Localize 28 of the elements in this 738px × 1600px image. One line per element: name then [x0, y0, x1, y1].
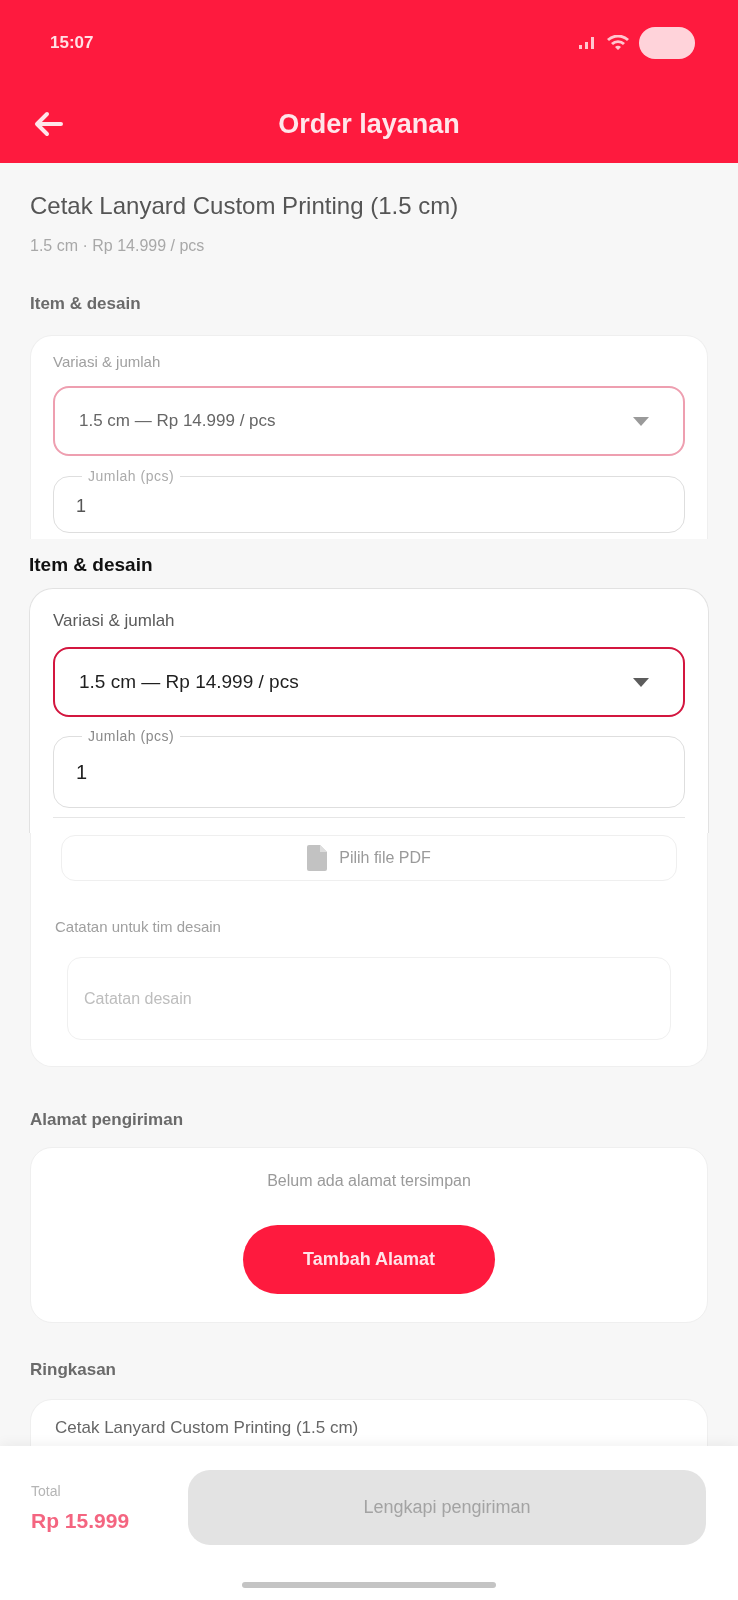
battery-icon [639, 26, 695, 59]
wifi-icon [607, 34, 629, 51]
variation-dropdown[interactable]: 1.5 cm — Rp 14.999 / pcs [53, 647, 685, 717]
document-icon [307, 845, 328, 871]
total-price: Rp 15.999 [31, 1507, 130, 1534]
field-label: Variasi & jumlah [53, 352, 162, 372]
add-address-button[interactable]: Tambah Alamat [243, 1225, 495, 1294]
dropdown-caret-icon [633, 416, 649, 426]
variation-dropdown[interactable]: 1.5 cm — Rp 14.999 / pcs [53, 386, 685, 456]
empty-address-text: Belum ada alamat tersimpan [267, 1171, 471, 1191]
section-heading: Ringkasan [30, 1359, 116, 1381]
page-title: Order layanan [278, 107, 460, 141]
product-subtitle: 1.5 cm · Rp 14.999 / pcs [30, 236, 206, 256]
section-heading: Item & desain [30, 293, 142, 315]
notes-field[interactable]: Catatan desain [67, 957, 671, 1040]
dropdown-caret-icon [633, 677, 649, 687]
quantity-field[interactable]: Jumlah (pcs) 1 [53, 727, 685, 808]
total-label: Total [31, 1481, 61, 1501]
signal-icon [577, 34, 597, 51]
product-title: Cetak Lanyard Custom Printing (1.5 cm) [30, 191, 460, 221]
quantity-field[interactable]: Jumlah (pcs) 1 [53, 467, 685, 533]
status-time: 15:07 [50, 31, 94, 54]
field-label: Variasi & jumlah [53, 610, 176, 632]
section-heading: Alamat pengiriman [30, 1109, 184, 1131]
section-heading: Item & desain [28, 553, 154, 577]
back-arrow-icon[interactable] [33, 111, 63, 137]
summary-item: Cetak Lanyard Custom Printing (1.5 cm) [55, 1417, 359, 1439]
field-label: Catatan untuk tim desain [55, 917, 222, 937]
